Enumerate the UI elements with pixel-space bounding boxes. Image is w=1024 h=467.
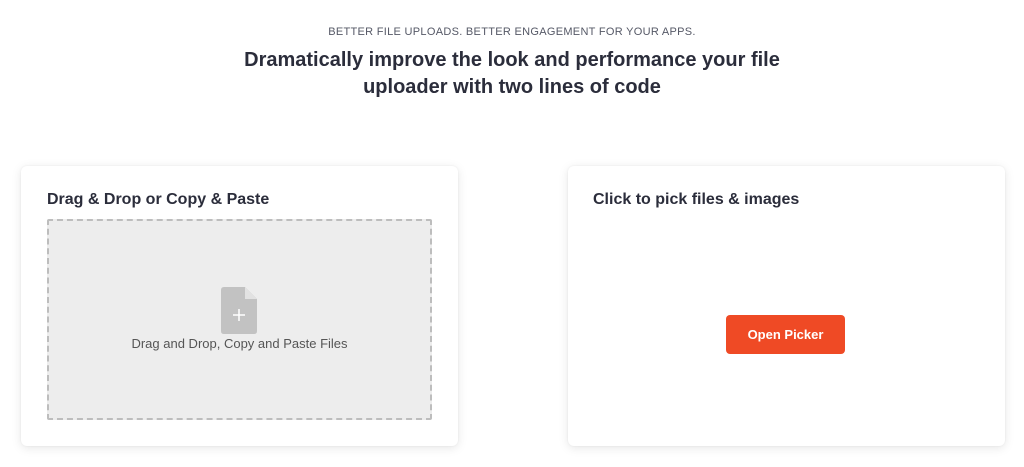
- hero-headline-line2: uploader with two lines of code: [363, 76, 661, 98]
- hero-eyebrow: BETTER FILE UPLOADS. BETTER ENGAGEMENT F…: [328, 26, 696, 38]
- dropzone[interactable]: Drag and Drop, Copy and Paste Files: [47, 219, 432, 420]
- page: BETTER FILE UPLOADS. BETTER ENGAGEMENT F…: [0, 0, 1024, 467]
- hero-headline: Dramatically improve the look and perfor…: [212, 47, 812, 101]
- picker-card: Click to pick files & images Open Picker: [568, 166, 1005, 446]
- hero-headline-line1: Dramatically improve the look and perfor…: [244, 49, 780, 71]
- drag-drop-card-title: Drag & Drop or Copy & Paste: [47, 191, 270, 208]
- dropzone-text: Drag and Drop, Copy and Paste Files: [131, 336, 348, 351]
- picker-card-title: Click to pick files & images: [593, 191, 800, 208]
- open-picker-button[interactable]: Open Picker: [726, 315, 845, 354]
- file-add-icon: [221, 287, 257, 334]
- drag-drop-card: Drag & Drop or Copy & Paste Drag and Dro…: [21, 166, 458, 446]
